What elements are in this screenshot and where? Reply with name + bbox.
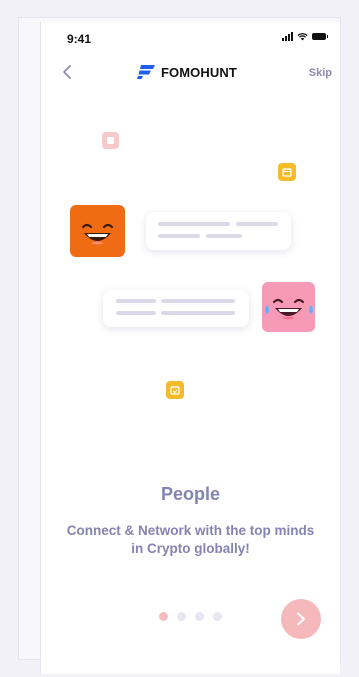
tears-of-joy-icon	[265, 298, 313, 320]
next-button[interactable]	[281, 599, 321, 639]
chevron-left-icon	[63, 65, 71, 79]
page-dot-1[interactable]	[159, 612, 168, 621]
pink-tears-of-joy-emoji	[262, 282, 315, 332]
page-dot-2[interactable]	[177, 612, 186, 621]
calendar-badge-top	[278, 163, 296, 181]
square-icon	[107, 137, 114, 144]
status-time: 9:41	[67, 32, 92, 46]
page-indicator	[159, 612, 222, 621]
text-line	[236, 222, 278, 226]
text-line	[158, 222, 230, 226]
back-button[interactable]	[57, 61, 77, 83]
signal-icon	[282, 32, 293, 41]
fomohunt-logo-icon	[137, 65, 155, 79]
page-dot-3[interactable]	[195, 612, 204, 621]
status-icons	[282, 32, 328, 41]
text-line	[161, 311, 235, 315]
page-dot-4[interactable]	[213, 612, 222, 621]
text-line	[158, 234, 200, 238]
battery-icon	[312, 33, 328, 40]
text-line	[116, 299, 156, 303]
text-line	[206, 234, 242, 238]
orange-laughing-emoji	[70, 205, 125, 257]
onboarding-description: Connect & Network with the top minds in …	[66, 523, 315, 556]
wifi-icon	[297, 33, 308, 41]
skip-button[interactable]: Skip	[309, 67, 332, 79]
chat-bubble-top	[146, 212, 291, 250]
calendar-check-icon	[170, 386, 180, 395]
laughing-face-icon	[81, 223, 114, 245]
brand-logo: FOMOHUNT	[137, 64, 237, 80]
pink-square-badge	[102, 132, 119, 149]
calendar-icon	[282, 168, 292, 177]
text-line	[161, 299, 235, 303]
chevron-right-icon	[297, 612, 305, 626]
phone-screen: 9:41 FOMOHUNT Skip People Connect & Netw…	[40, 22, 340, 674]
text-line	[116, 311, 156, 315]
onboarding-title: People	[160, 484, 221, 504]
calendar-badge-bottom	[166, 381, 184, 399]
chat-bubble-bottom	[103, 290, 249, 327]
brand-name: FOMOHUNT	[161, 64, 237, 80]
